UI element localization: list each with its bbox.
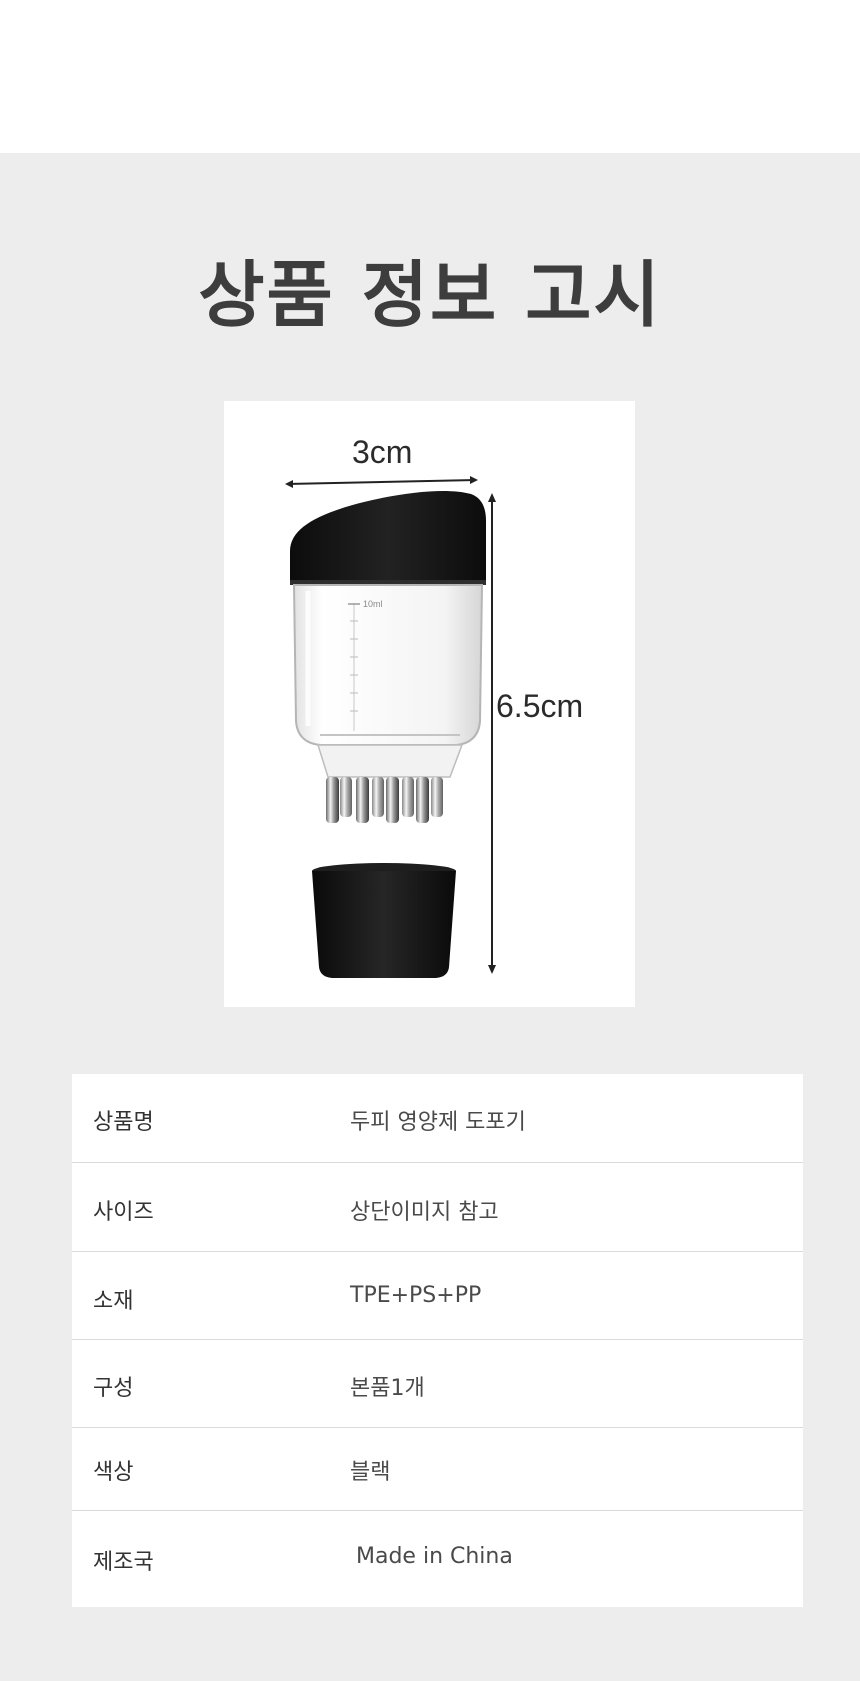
- top-blank-band: [0, 0, 860, 153]
- info-label: 색상: [93, 1460, 134, 1485]
- scale-marking: 10ml: [363, 599, 383, 609]
- info-label: 사이즈: [93, 1200, 154, 1225]
- height-label: 6.5cm: [496, 688, 583, 724]
- page-title: 상품 정보 고시: [198, 253, 662, 337]
- product-size-image: 3cm 6.5cm 10ml: [224, 401, 635, 1007]
- info-label: 구성: [93, 1376, 134, 1401]
- info-value: 블랙: [350, 1460, 391, 1485]
- width-label: 3cm: [352, 434, 412, 470]
- product-illustration: 3cm 6.5cm 10ml: [285, 434, 583, 978]
- info-row-components: 구성 본품1개: [72, 1340, 803, 1428]
- product-info-table: 상품명 두피 영양제 도포기 사이즈 상단이미지 참고 소재 TPE+PS+PP…: [72, 1074, 803, 1607]
- info-row-material: 소재 TPE+PS+PP: [72, 1252, 803, 1340]
- info-row-size: 사이즈 상단이미지 참고: [72, 1163, 803, 1252]
- nozzle-collar: [316, 744, 464, 778]
- applicator-cap: [290, 490, 486, 582]
- info-value: 두피 영양제 도포기: [350, 1110, 526, 1135]
- height-dimension-arrow: [488, 493, 496, 974]
- base-cap: [312, 871, 456, 978]
- info-label: 제조국: [93, 1550, 154, 1575]
- info-value: 상단이미지 참고: [350, 1200, 499, 1225]
- info-row-color: 색상 블랙: [72, 1428, 803, 1511]
- info-row-origin: 제조국 Made in China: [72, 1511, 803, 1607]
- info-row-product-name: 상품명 두피 영양제 도포기: [72, 1074, 803, 1163]
- info-value: 본품1개: [350, 1376, 425, 1401]
- applicator-pins: [326, 777, 443, 823]
- clear-bottle-body: [292, 584, 484, 746]
- width-dimension-arrow: [285, 476, 478, 488]
- info-value: TPE+PS+PP: [350, 1283, 482, 1308]
- info-value: Made in China: [356, 1544, 513, 1569]
- info-label: 상품명: [93, 1110, 154, 1135]
- info-label: 소재: [93, 1289, 134, 1314]
